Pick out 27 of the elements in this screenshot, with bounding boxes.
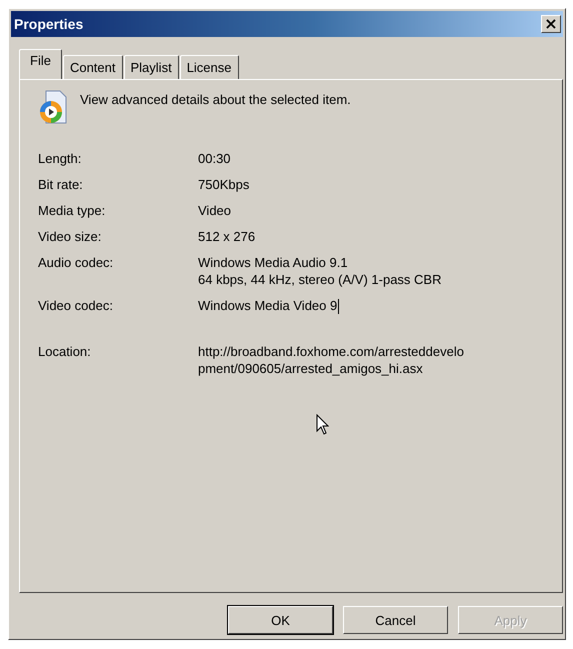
field-value: 750Kbps [198,176,250,193]
mouse-pointer-icon [316,414,329,435]
field-label: Location: [38,343,92,362]
field-label: Media type: [38,202,106,219]
dialog-button[interactable]: OK [228,606,333,634]
field-value: 00:30 [198,150,232,167]
close-button[interactable]: × [541,15,561,33]
dialog-button[interactable]: Cancel [343,606,448,634]
tab[interactable]: Playlist [124,55,179,79]
tab[interactable]: Content [62,55,122,79]
field-label: Length: [38,150,82,167]
field-label: Bit rate: [38,176,84,193]
header-text: View advanced details about the selected item. [80,92,351,107]
field-value: 512 x 276 [198,228,256,245]
field-label: Video codec: [38,297,114,314]
tab[interactable]: License [180,55,238,79]
field-value: 64 kbps, 44 kHz, stereo (A/V) 1-pass CBR [198,271,442,288]
field-label: Video size: [38,228,102,245]
field-value: http://broadband.foxhome.com/arresteddevelo [198,343,465,360]
field-label: Audio codec: [38,254,114,272]
field-value: pment/090605/arrested_amigos_hi.asx [198,360,424,378]
window-title: Properties [14,16,84,32]
field-value: Windows Media Audio 9.1 [198,254,349,271]
tab[interactable]: File [19,49,62,79]
field-value: Windows Media Video 9 [198,297,340,314]
field-value: Video [198,202,232,219]
media-file-icon [38,90,68,124]
